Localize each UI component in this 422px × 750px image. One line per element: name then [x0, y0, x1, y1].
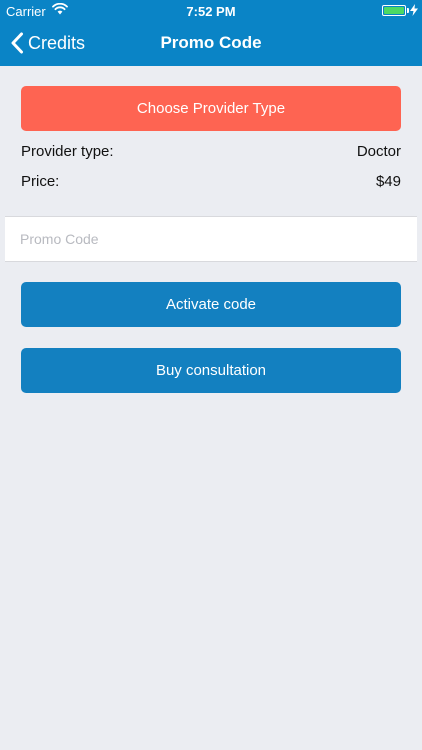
provider-type-label: Provider type:	[21, 142, 114, 160]
promo-code-input[interactable]	[5, 217, 417, 261]
activate-code-button[interactable]: Activate code	[21, 282, 401, 327]
price-value: $49	[375, 172, 401, 190]
battery-icon	[382, 5, 406, 16]
charging-bolt-icon	[410, 4, 418, 16]
page-title: Promo Code	[160, 33, 262, 52]
price-row: Price: $49	[21, 171, 401, 191]
battery-tip	[407, 8, 409, 13]
navigation-bar: Credits Promo Code	[0, 22, 422, 66]
price-label: Price:	[21, 172, 60, 190]
header: Carrier 7:52 PM Credits Promo Code	[0, 0, 422, 66]
buy-consultation-button[interactable]: Buy consultation	[21, 348, 401, 393]
promo-code-field-container	[5, 216, 417, 262]
provider-type-row: Provider type: Doctor	[21, 141, 401, 161]
choose-provider-type-button[interactable]: Choose Provider Type	[21, 86, 401, 131]
provider-type-value: Doctor	[356, 142, 401, 160]
status-bar: Carrier 7:52 PM	[0, 0, 422, 22]
status-time: 7:52 PM	[186, 4, 236, 19]
